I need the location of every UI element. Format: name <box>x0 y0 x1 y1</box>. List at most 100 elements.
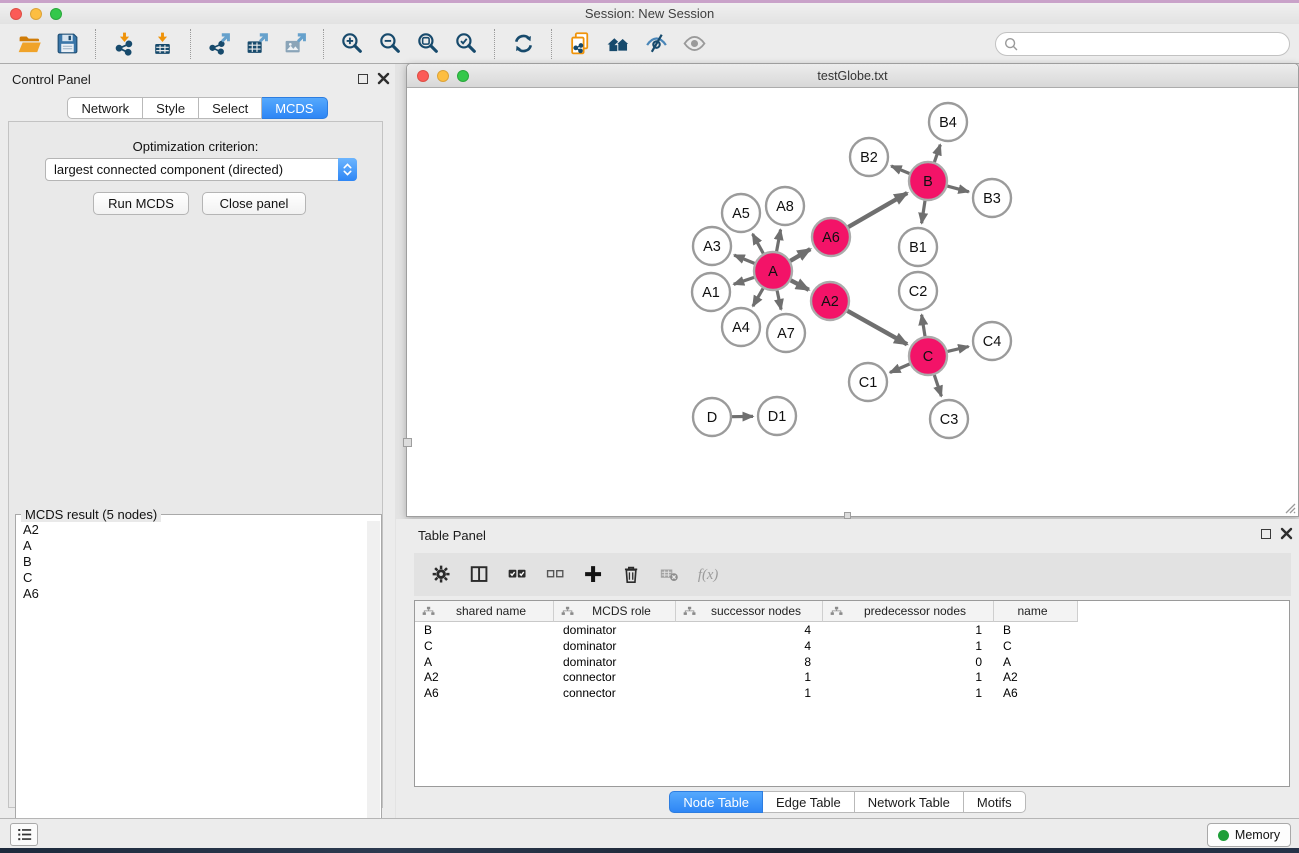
zoom-in-icon[interactable] <box>335 28 369 60</box>
close-panel-icon[interactable] <box>1280 527 1293 540</box>
graph-edge-A-A2[interactable] <box>791 280 809 290</box>
table-row[interactable]: A6connector11A6 <box>415 686 1289 702</box>
mcds-result-item[interactable]: A6 <box>16 585 367 601</box>
splitter-grip[interactable] <box>403 438 412 447</box>
graph-node-D1[interactable]: D1 <box>758 397 796 435</box>
graph-node-B4[interactable]: B4 <box>929 103 967 141</box>
graph-node-B[interactable]: B <box>909 162 947 200</box>
table-row[interactable]: Cdominator41C <box>415 639 1289 655</box>
table-row[interactable]: Bdominator41B <box>415 623 1289 639</box>
optimization-criterion-select[interactable]: largest connected component (directed) <box>45 158 357 181</box>
graph-edge-C-C4[interactable] <box>948 347 969 352</box>
copy-network-icon[interactable] <box>563 28 597 60</box>
resize-grip-icon[interactable] <box>1282 500 1296 514</box>
import-table-icon[interactable] <box>145 28 179 60</box>
open-session-icon[interactable] <box>12 28 46 60</box>
table-row[interactable]: Adominator80A <box>415 655 1289 671</box>
float-panel-icon[interactable] <box>358 74 368 84</box>
graph-edge-A2-C[interactable] <box>847 311 907 345</box>
mcds-result-item[interactable]: A <box>16 537 367 553</box>
export-table-icon[interactable] <box>240 28 274 60</box>
zoom-out-icon[interactable] <box>373 28 407 60</box>
select-all-icon[interactable] <box>506 562 531 587</box>
task-history-button[interactable] <box>10 823 38 846</box>
tab-select[interactable]: Select <box>199 97 262 119</box>
graph-edge-B-B2[interactable] <box>891 166 909 174</box>
graph-node-C2[interactable]: C2 <box>899 272 937 310</box>
refresh-icon[interactable] <box>506 28 540 60</box>
mcds-result-item[interactable]: B <box>16 553 367 569</box>
graph-node-C1[interactable]: C1 <box>849 363 887 401</box>
settings-gear-icon[interactable] <box>430 562 455 587</box>
graph-node-C3[interactable]: C3 <box>930 400 968 438</box>
graph-node-A4[interactable]: A4 <box>722 308 760 346</box>
mcds-result-item[interactable]: C <box>16 569 367 585</box>
graph-node-C4[interactable]: C4 <box>973 322 1011 360</box>
run-mcds-button[interactable]: Run MCDS <box>93 192 189 215</box>
graph-node-B2[interactable]: B2 <box>850 138 888 176</box>
close-panel-icon[interactable] <box>377 72 390 85</box>
graph-edge-A-A8[interactable] <box>777 230 781 252</box>
tab-edge-table[interactable]: Edge Table <box>763 791 855 813</box>
graph-node-A7[interactable]: A7 <box>767 314 805 352</box>
table-row[interactable]: A2connector11A2 <box>415 670 1289 686</box>
graph-edge-A-A3[interactable] <box>734 255 754 263</box>
graph-edge-C-C3[interactable] <box>934 375 941 396</box>
graph-edge-C-C1[interactable] <box>890 364 910 373</box>
graph-node-A6[interactable]: A6 <box>812 218 850 256</box>
graph-node-B1[interactable]: B1 <box>899 228 937 266</box>
graph-node-A5[interactable]: A5 <box>722 194 760 232</box>
zoom-fit-icon[interactable] <box>411 28 445 60</box>
network-canvas[interactable]: B4 B2 B B3 A8 A5 A6 A3 B1 A A1 C2 A2 <box>408 89 1297 515</box>
graph-node-A8[interactable]: A8 <box>766 187 804 225</box>
float-panel-icon[interactable] <box>1261 529 1271 539</box>
graph-edge-A-A5[interactable] <box>753 234 764 254</box>
graph-edge-B-B3[interactable] <box>947 186 969 192</box>
graph-node-A[interactable]: A <box>754 252 792 290</box>
column-header-MCDS-role[interactable]: MCDS role <box>554 601 676 622</box>
graph-edge-A6-B[interactable] <box>848 193 907 227</box>
close-panel-button[interactable]: Close panel <box>202 192 306 215</box>
column-header-name[interactable]: name <box>994 601 1078 622</box>
node-table[interactable]: shared name MCDS role successor nodes pr… <box>414 600 1290 787</box>
export-network-icon[interactable] <box>202 28 236 60</box>
toggle-graphics-details-icon[interactable] <box>639 28 673 60</box>
graph-node-B3[interactable]: B3 <box>973 179 1011 217</box>
column-header-predecessor-nodes[interactable]: predecessor nodes <box>823 601 994 622</box>
zoom-selected-icon[interactable] <box>449 28 483 60</box>
graph-edge-A-A6[interactable] <box>790 249 810 261</box>
search-input[interactable] <box>1019 37 1289 51</box>
mcds-result-item[interactable]: A2 <box>16 521 367 537</box>
tab-motifs[interactable]: Motifs <box>964 791 1026 813</box>
graph-node-A2[interactable]: A2 <box>811 282 849 320</box>
tab-node-table[interactable]: Node Table <box>669 791 763 813</box>
graph-edge-A-A4[interactable] <box>753 288 763 306</box>
tab-mcds[interactable]: MCDS <box>262 97 327 119</box>
delete-column-icon[interactable] <box>620 562 645 587</box>
graph-edge-B-B4[interactable] <box>934 145 940 162</box>
graph-edge-A-A1[interactable] <box>734 277 754 284</box>
memory-button[interactable]: Memory <box>1207 823 1291 847</box>
network-window-titlebar[interactable]: testGlobe.txt <box>407 64 1298 88</box>
save-session-icon[interactable] <box>50 28 84 60</box>
graph-edge-A-A7[interactable] <box>777 291 781 310</box>
graph-node-A1[interactable]: A1 <box>692 273 730 311</box>
show-columns-icon[interactable] <box>468 562 493 587</box>
graph-edge-B-B1[interactable] <box>922 201 925 224</box>
graph-node-A3[interactable]: A3 <box>693 227 731 265</box>
tab-style[interactable]: Style <box>143 97 199 119</box>
deselect-all-icon[interactable] <box>544 562 569 587</box>
mcds-scrollbar[interactable] <box>367 521 380 853</box>
column-header-shared-name[interactable]: shared name <box>415 601 554 622</box>
column-header-successor-nodes[interactable]: successor nodes <box>676 601 823 622</box>
export-image-icon[interactable] <box>278 28 312 60</box>
home-icon[interactable] <box>601 28 635 60</box>
graph-node-C[interactable]: C <box>909 337 947 375</box>
splitter-grip[interactable] <box>844 512 851 519</box>
graph-node-D[interactable]: D <box>693 398 731 436</box>
graph-edge-C-C2[interactable] <box>922 315 925 337</box>
tab-network-table[interactable]: Network Table <box>855 791 964 813</box>
add-column-icon[interactable] <box>582 562 607 587</box>
tab-network[interactable]: Network <box>67 97 143 119</box>
import-network-icon[interactable] <box>107 28 141 60</box>
